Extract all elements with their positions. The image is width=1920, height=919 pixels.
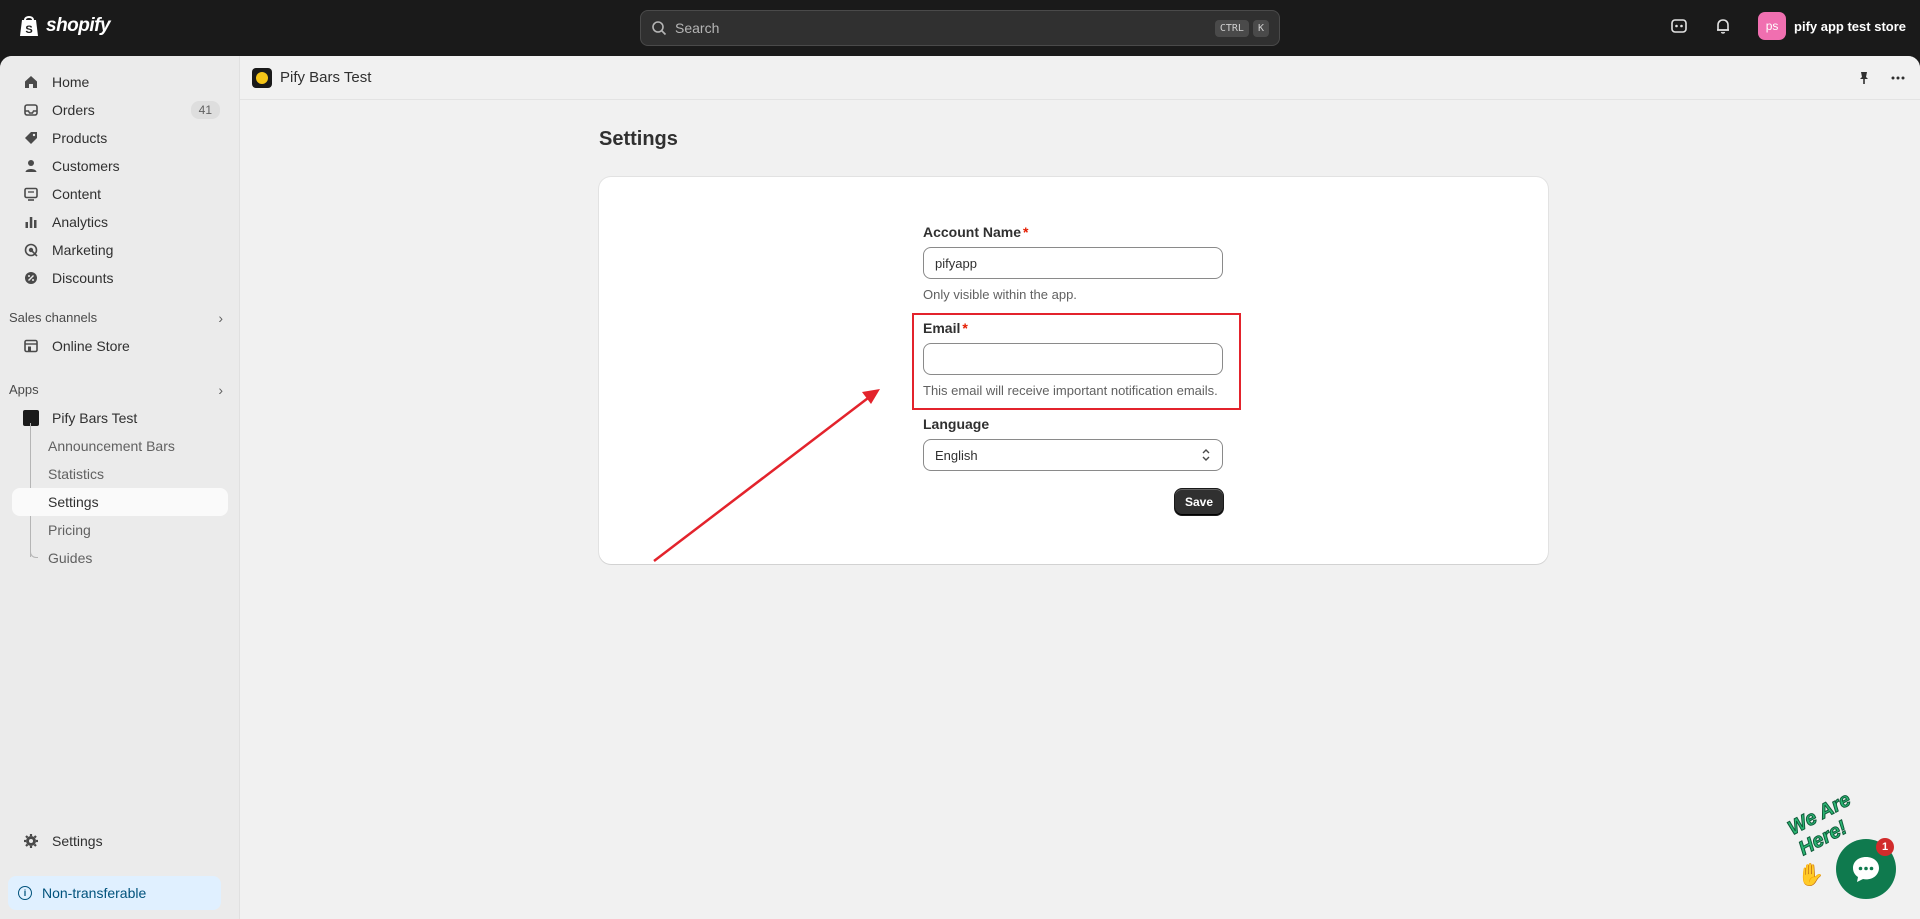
- app-bar-actions: [1856, 70, 1906, 86]
- sidebar-subitem-pricing[interactable]: Pricing: [12, 516, 228, 544]
- shopify-logo[interactable]: S shopify: [18, 14, 111, 38]
- sidebar-subitem-label: Statistics: [48, 466, 105, 482]
- save-button[interactable]: Save: [1174, 488, 1224, 516]
- search-icon: [652, 21, 667, 36]
- apps-label: Apps: [9, 382, 39, 397]
- email-highlight-box: [912, 313, 1241, 410]
- sidebar-item-customers[interactable]: Customers: [12, 152, 228, 180]
- sidebar: Home Orders 41 Products Customers Conten…: [0, 56, 240, 919]
- sidebar-item-app[interactable]: Pify Bars Test: [12, 404, 228, 432]
- account-name-label: Account Name *: [923, 224, 1028, 240]
- target-icon: [22, 241, 40, 259]
- sidebar-item-content[interactable]: Content: [12, 180, 228, 208]
- info-icon: i: [18, 886, 32, 900]
- sidebar-subitem-statistics[interactable]: Statistics: [12, 460, 228, 488]
- sidebar-subitem-settings[interactable]: Settings: [12, 488, 228, 516]
- sidebar-item-label: Orders: [52, 102, 95, 118]
- page-title: Settings: [599, 128, 678, 150]
- search-bar[interactable]: Search CTRL K: [640, 10, 1280, 46]
- sidebar-subitem-label: Settings: [48, 494, 99, 510]
- select-chevron-icon: [1202, 449, 1210, 461]
- sidebar-subitem-label: Guides: [48, 550, 93, 566]
- sidebar-item-online-store[interactable]: Online Store: [12, 332, 228, 360]
- sidebar-item-label: Discounts: [52, 270, 114, 286]
- shortcut-ctrl: CTRL: [1214, 19, 1249, 37]
- chat-bubble-icon: [1853, 857, 1879, 882]
- non-transferable-label: Non-transferable: [42, 885, 147, 901]
- sidebar-item-settings[interactable]: Settings: [12, 827, 228, 855]
- sidebar-subitem-announcement-bars[interactable]: Announcement Bars: [12, 432, 228, 460]
- more-options-icon[interactable]: [1890, 70, 1906, 86]
- store-icon: [22, 337, 40, 355]
- shortcut-k: K: [1252, 19, 1269, 37]
- admin-shell: Home Orders 41 Products Customers Conten…: [0, 56, 1920, 919]
- sidebar-item-label: Products: [52, 130, 108, 146]
- sidekick-icon[interactable]: [1670, 17, 1688, 35]
- top-bar: S shopify Search CTRL K ps pify app test…: [0, 0, 1920, 56]
- svg-text:S: S: [25, 24, 32, 36]
- sidebar-subitem-label: Pricing: [48, 522, 91, 538]
- chevron-right-icon: ›: [218, 310, 223, 326]
- sidebar-item-label: Home: [52, 74, 90, 90]
- gear-icon: [22, 832, 40, 850]
- top-bar-actions: ps pify app test store: [1670, 12, 1906, 40]
- sidebar-item-label: Marketing: [52, 242, 114, 258]
- app-square-icon: [22, 409, 40, 427]
- sidebar-item-discounts[interactable]: Discounts: [12, 264, 228, 292]
- pin-icon[interactable]: [1856, 70, 1872, 86]
- sidebar-item-analytics[interactable]: Analytics: [12, 208, 228, 236]
- sidebar-item-label: Online Store: [52, 338, 130, 354]
- app-title-bar: Pify Bars Test: [240, 56, 1920, 100]
- sidebar-item-products[interactable]: Products: [12, 124, 228, 152]
- bell-icon[interactable]: [1714, 17, 1732, 35]
- chat-notification-badge: 1: [1876, 838, 1894, 856]
- sidebar-item-orders[interactable]: Orders 41: [12, 96, 228, 124]
- home-icon: [22, 73, 40, 91]
- avatar: ps: [1758, 12, 1787, 40]
- account-name-label-text: Account Name: [923, 224, 1022, 240]
- store-switcher[interactable]: ps pify app test store: [1758, 12, 1906, 40]
- shopify-bag-icon: S: [20, 16, 38, 36]
- sidebar-item-label: Analytics: [52, 214, 109, 230]
- person-icon: [22, 157, 40, 175]
- sidebar-subitem-guides[interactable]: Guides: [12, 544, 228, 572]
- sales-channels-label: Sales channels: [9, 310, 98, 325]
- sidebar-item-label: Pify Bars Test: [52, 410, 138, 426]
- discount-icon: [22, 269, 40, 287]
- sidebar-item-label: Settings: [52, 833, 103, 849]
- sidebar-item-marketing[interactable]: Marketing: [12, 236, 228, 264]
- account-name-help: Only visible within the app.: [923, 287, 1077, 302]
- app-logo-icon: [252, 67, 272, 88]
- brand-wordmark: shopify: [46, 15, 111, 36]
- required-asterisk: *: [1023, 224, 1029, 240]
- sidebar-item-label: Customers: [52, 158, 120, 174]
- orders-count-badge: 41: [190, 101, 220, 119]
- orders-icon: [22, 101, 40, 119]
- chevron-right-icon: ›: [218, 382, 223, 398]
- search-placeholder: Search: [675, 20, 720, 36]
- content-icon: [22, 185, 40, 203]
- apps-header[interactable]: Apps ›: [9, 382, 225, 398]
- account-name-input[interactable]: [923, 247, 1223, 279]
- language-label: Language: [923, 416, 990, 432]
- sidebar-item-label: Content: [52, 186, 102, 202]
- waving-hand-icon: ✋: [1797, 862, 1825, 887]
- store-name: pify app test store: [1794, 18, 1906, 34]
- sales-channels-header[interactable]: Sales channels ›: [9, 310, 225, 326]
- language-value: English: [935, 447, 978, 463]
- bar-chart-icon: [22, 213, 40, 231]
- sidebar-subitem-label: Announcement Bars: [48, 438, 175, 454]
- non-transferable-banner[interactable]: i Non-transferable: [8, 876, 221, 910]
- language-select[interactable]: English: [923, 439, 1223, 471]
- tag-icon: [22, 129, 40, 147]
- app-title: Pify Bars Test: [280, 69, 372, 86]
- sidebar-item-home[interactable]: Home: [12, 68, 228, 96]
